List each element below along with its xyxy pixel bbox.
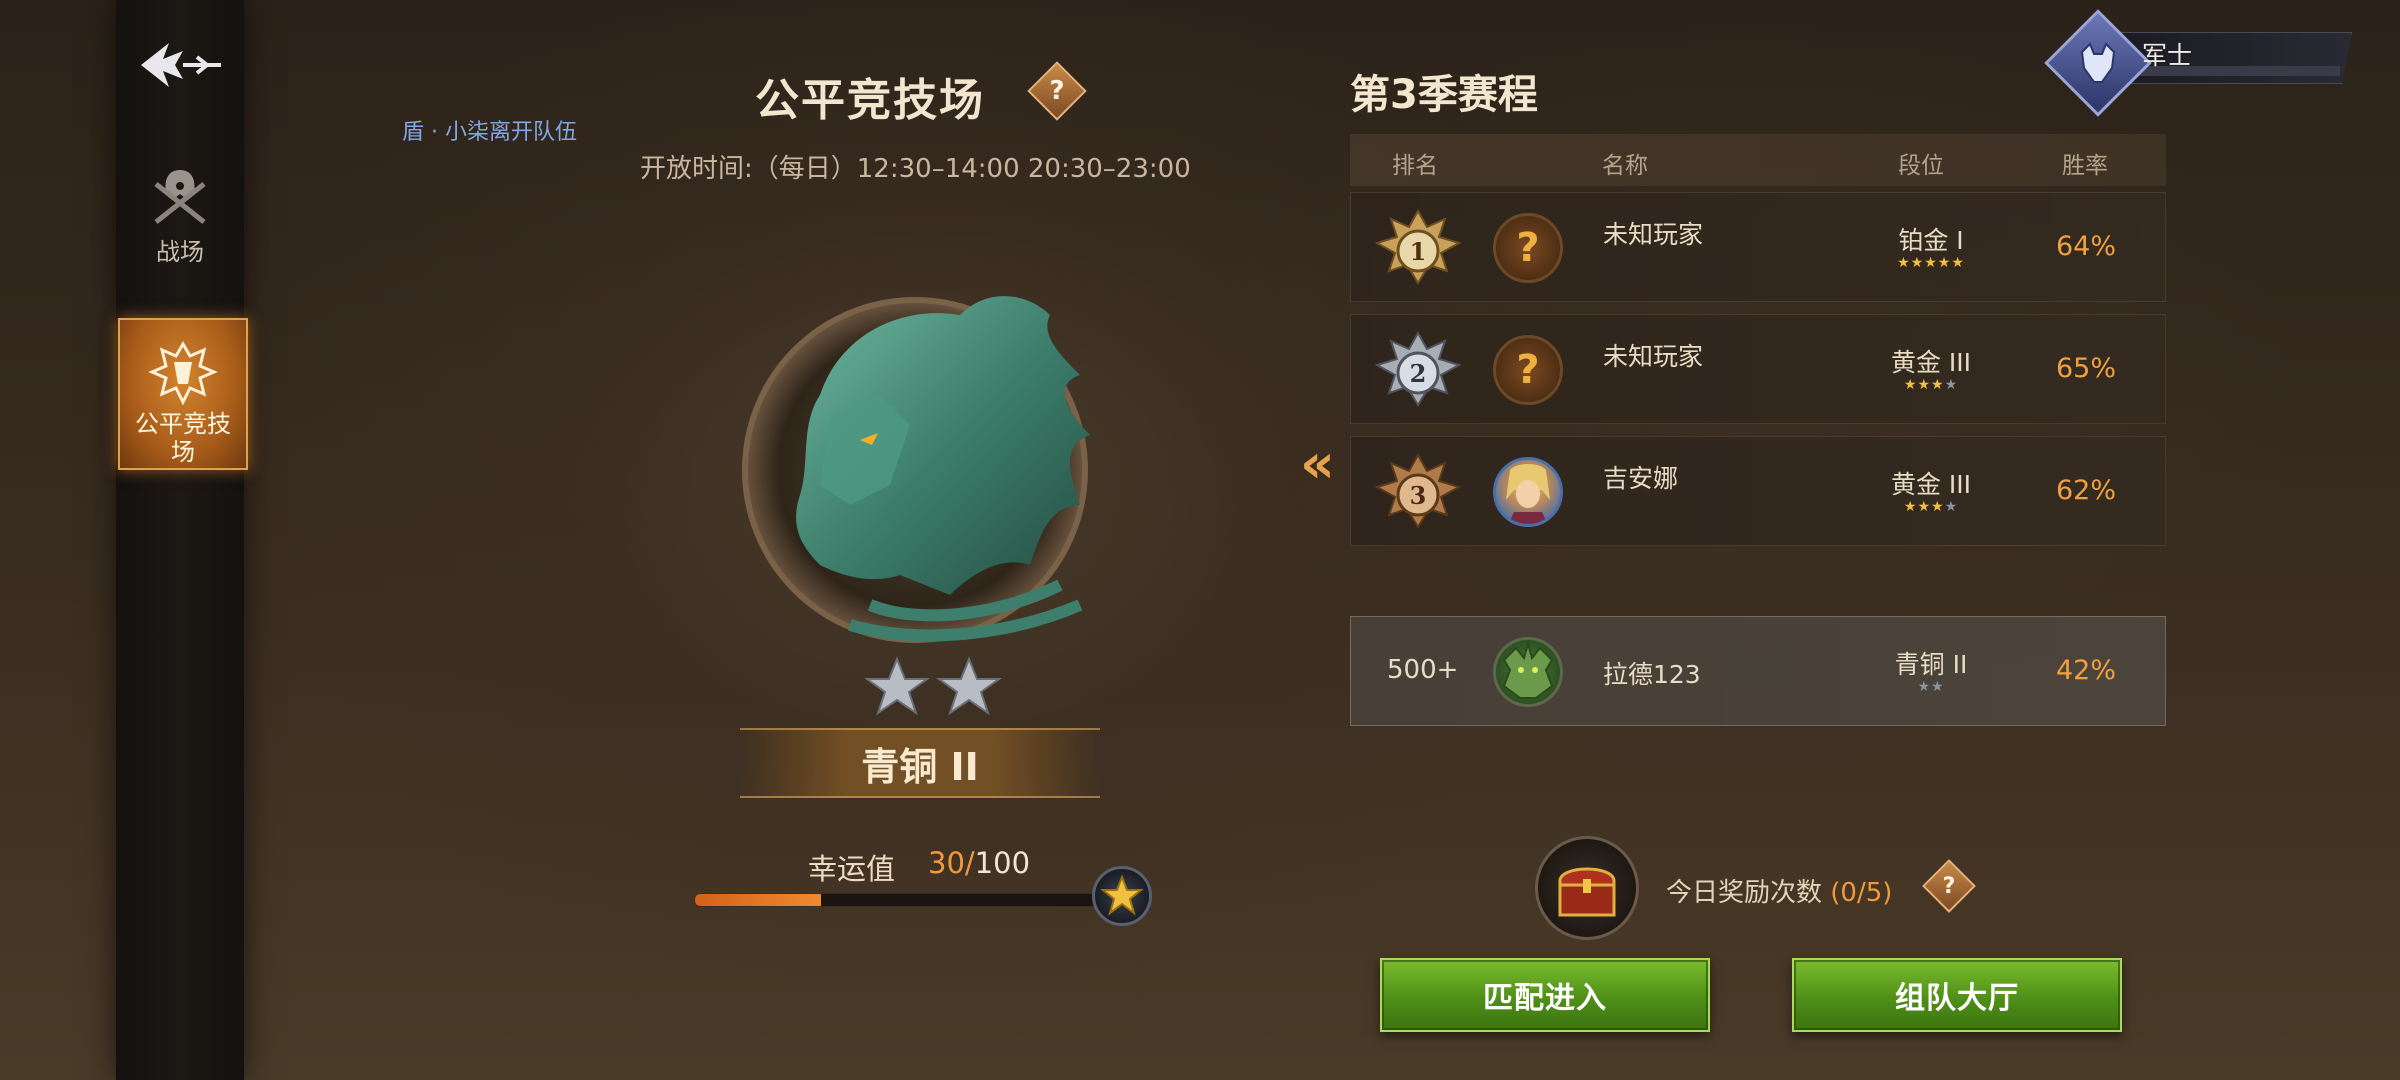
team-notice: 盾 · 小柒离开队伍 — [402, 120, 577, 145]
treasure-chest-icon — [1558, 867, 1616, 917]
tier-stars: ★★★★ — [1871, 377, 1991, 393]
star-icon — [863, 656, 931, 716]
current-rank-banner: 青铜 II — [740, 728, 1100, 798]
star-icon: ★ — [1897, 255, 1911, 271]
ranking-table-header: 排名 名称 段位 胜率 — [1350, 134, 2166, 186]
help-button[interactable]: ? — [1027, 61, 1087, 121]
sidebar-item-label: 战场 — [156, 238, 204, 266]
player-name: 拉德123 — [1603, 660, 1701, 689]
star-icon: ★ — [1931, 499, 1945, 515]
season-title: 第3季赛程 — [1350, 72, 1538, 118]
star-icon: ★ — [1910, 255, 1925, 271]
luck-value: 30/100 — [928, 846, 1030, 880]
arena-emblem-icon — [148, 341, 218, 406]
luck-reward-star[interactable] — [1092, 866, 1152, 926]
question-icon: ? — [1516, 347, 1540, 393]
player-name: 未知玩家 — [1603, 342, 1704, 371]
luck-progress-bar — [694, 893, 1116, 907]
player-tier: 黄金 III — [1890, 348, 1972, 377]
avatar — [1493, 457, 1563, 527]
star-icon: ★ — [1931, 679, 1945, 695]
player-tier: 铂金 I — [1898, 226, 1964, 255]
sidebar-item-fair-arena[interactable]: 公平竞技场 — [118, 318, 248, 470]
daily-reward-label: 今日奖励次数 — [1666, 878, 1831, 908]
header-winrate: 胜率 — [2062, 153, 2108, 179]
my-rank-row[interactable]: 500+ 拉德123 青铜 II ★★ 42% — [1350, 616, 2166, 726]
luck-label: 幸运值 — [808, 852, 896, 886]
bronze-horse-emblem-icon — [742, 296, 1090, 643]
luck-current: 30/ — [928, 846, 975, 880]
star-icon: ★ — [1944, 499, 1959, 515]
player-name: 未知玩家 — [1603, 220, 1704, 249]
avatar — [1493, 637, 1563, 707]
daily-reward-count: 今日奖励次数 (0/5) — [1666, 872, 1892, 909]
avatar: ? — [1493, 335, 1563, 405]
star-icon: ★ — [1924, 255, 1938, 271]
back-arrow-icon — [141, 43, 221, 87]
player-winrate: 65% — [2055, 353, 2116, 384]
table-row[interactable]: 1 ? 未知玩家 铂金 I ★★★★★ 64% — [1350, 192, 2166, 302]
star-icon: ★ — [1903, 499, 1918, 515]
player-rank-title: 军士 — [2142, 41, 2193, 70]
player-tier: 黄金 III — [1890, 470, 1972, 499]
player-winrate: 64% — [2055, 231, 2116, 262]
star-icon: ★ — [1917, 679, 1931, 695]
treant-avatar-icon — [1502, 640, 1554, 699]
question-icon: ? — [1516, 225, 1540, 271]
crossed-swords-helmet-icon — [154, 170, 206, 224]
silver-medal-icon: 2 — [1374, 331, 1462, 407]
header-tier: 段位 — [1898, 153, 1944, 179]
player-winrate: 42% — [2055, 655, 2116, 686]
svg-text:2: 2 — [1410, 359, 1427, 388]
gold-star-icon — [1100, 874, 1144, 916]
luck-max: 100 — [974, 846, 1031, 880]
svg-text:3: 3 — [1410, 481, 1427, 510]
svg-text:1: 1 — [1410, 237, 1427, 266]
wolf-crest-icon — [2080, 42, 2116, 83]
rank-stars — [863, 655, 1005, 725]
daily-reward-value: (0/5) — [1830, 878, 1893, 908]
reward-chest[interactable] — [1535, 836, 1639, 940]
page-title: 公平竞技场 — [755, 75, 985, 126]
player-name: 吉安娜 — [1603, 464, 1679, 493]
avatar: ? — [1493, 213, 1563, 283]
header-name: 名称 — [1602, 153, 1648, 179]
luck-progress-fill — [695, 894, 821, 906]
star-icon: ★ — [1944, 377, 1959, 393]
elf-avatar-icon — [1506, 464, 1550, 524]
player-tier: 青铜 II — [1894, 650, 1968, 679]
sidebar-item-label: 公平竞技场 — [135, 410, 231, 466]
gold-medal-icon: 1 — [1374, 209, 1462, 285]
star-icon: ★ — [1951, 255, 1965, 271]
question-icon: ? — [1049, 76, 1065, 106]
team-hall-button[interactable]: 组队大厅 — [1792, 958, 2122, 1032]
collapse-panel-icon[interactable]: « — [1300, 432, 1335, 495]
match-enter-button[interactable]: 匹配进入 — [1380, 958, 1710, 1032]
star-icon: ★ — [1917, 377, 1931, 393]
tier-stars: ★★★★ — [1871, 499, 1991, 515]
star-icon — [935, 656, 1003, 716]
star-icon: ★ — [1937, 255, 1952, 271]
bronze-medal-icon: 3 — [1374, 453, 1462, 529]
tier-stars: ★★★★★ — [1871, 255, 1991, 271]
star-icon: ★ — [1931, 377, 1945, 393]
table-row[interactable]: 2 ? 未知玩家 黄金 III ★★★★ 65% — [1350, 314, 2166, 424]
tier-stars: ★★ — [1871, 679, 1991, 695]
star-icon: ★ — [1903, 377, 1918, 393]
question-icon: ? — [1942, 873, 1956, 899]
my-rank-number: 500+ — [1387, 655, 1459, 685]
star-icon: ★ — [1917, 499, 1931, 515]
header-rank: 排名 — [1392, 153, 1438, 179]
sidebar-item-battlefield[interactable]: 战场 — [116, 160, 244, 280]
reward-help-button[interactable]: ? — [1922, 859, 1976, 913]
back-button[interactable] — [135, 35, 225, 95]
table-row[interactable]: 3 吉安娜 黄金 III ★★★★ 62% — [1350, 436, 2166, 546]
open-time: 开放时间:（每日）12:30–14:00 20:30–23:00 — [640, 154, 1191, 184]
player-winrate: 62% — [2055, 475, 2116, 506]
